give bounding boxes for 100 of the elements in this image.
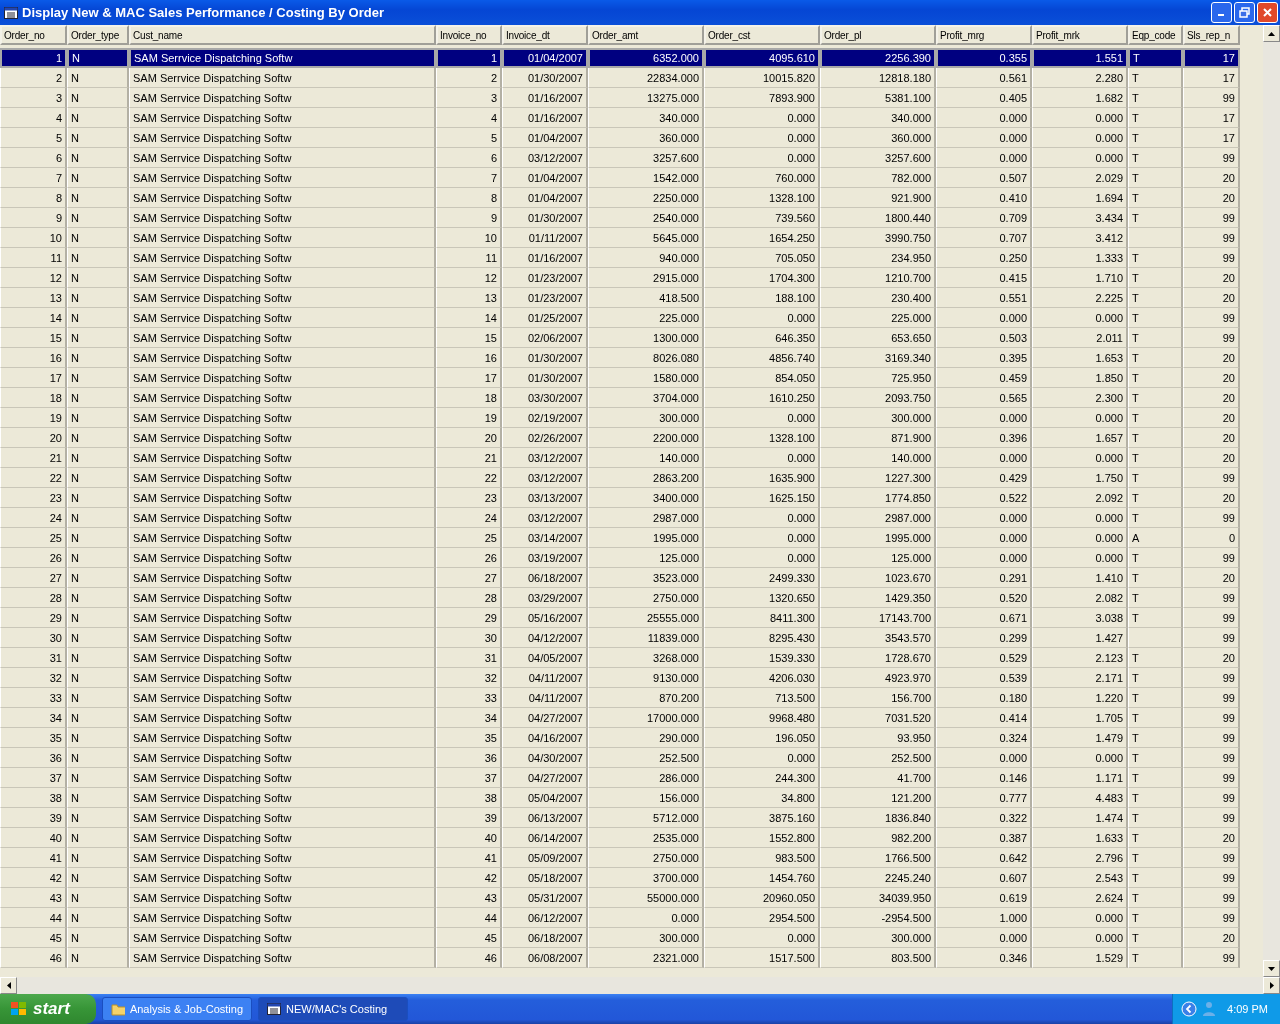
table-cell: N xyxy=(67,148,129,168)
table-cell: 45 xyxy=(436,928,502,948)
table-cell: SAM Serrvice Dispatching Softw xyxy=(129,828,436,848)
table-cell: 99 xyxy=(1183,708,1240,728)
table-cell: 360.000 xyxy=(588,128,704,148)
table-cell: 99 xyxy=(1183,308,1240,328)
table-cell: SAM Serrvice Dispatching Softw xyxy=(129,708,436,728)
table-cell: 01/04/2007 xyxy=(502,48,588,68)
table-cell: 125.000 xyxy=(588,548,704,568)
column-header[interactable]: Cust_name xyxy=(129,25,436,45)
column-header[interactable]: Sls_rep_n xyxy=(1183,25,1240,45)
table-cell: 26 xyxy=(0,548,67,568)
scroll-up-icon[interactable] xyxy=(1263,25,1280,42)
table-cell: 2.171 xyxy=(1032,668,1128,688)
table-cell: 1.479 xyxy=(1032,728,1128,748)
table-cell: 2.123 xyxy=(1032,648,1128,668)
column-header[interactable]: Order_pl xyxy=(820,25,936,45)
restore-button[interactable] xyxy=(1234,2,1255,23)
table-cell: 01/04/2007 xyxy=(502,188,588,208)
taskbar-button[interactable]: Analysis & Job-Costing xyxy=(102,997,252,1021)
table-cell: 20 xyxy=(1183,648,1240,668)
column-header[interactable]: Profit_mrk xyxy=(1032,25,1128,45)
table-cell: T xyxy=(1128,408,1183,428)
vertical-scrollbar[interactable] xyxy=(1263,25,1280,977)
table-cell: 03/12/2007 xyxy=(502,468,588,488)
column-header[interactable]: Invoice_dt xyxy=(502,25,588,45)
start-button[interactable]: start xyxy=(0,994,96,1024)
table-cell: N xyxy=(67,788,129,808)
table-cell: T xyxy=(1128,668,1183,688)
table-cell: SAM Serrvice Dispatching Softw xyxy=(129,148,436,168)
table-cell: N xyxy=(67,668,129,688)
column-header[interactable]: Profit_mrg xyxy=(936,25,1032,45)
horizontal-scrollbar[interactable] xyxy=(0,977,1280,994)
table-cell: 99 xyxy=(1183,948,1240,968)
table-cell: 41.700 xyxy=(820,768,936,788)
minimize-button[interactable] xyxy=(1211,2,1232,23)
chevron-left-icon[interactable] xyxy=(1181,1001,1198,1017)
scroll-left-icon[interactable] xyxy=(0,977,17,994)
table-cell: 01/04/2007 xyxy=(502,168,588,188)
table-cell: 5381.100 xyxy=(820,88,936,108)
column-header[interactable]: Eqp_code xyxy=(1128,25,1183,45)
table-cell: T xyxy=(1128,48,1183,68)
table-cell: 10 xyxy=(436,228,502,248)
scroll-down-icon[interactable] xyxy=(1263,960,1280,977)
column-header[interactable]: Invoice_no xyxy=(436,25,502,45)
table-cell: 1328.100 xyxy=(704,188,820,208)
table-cell: 20 xyxy=(1183,368,1240,388)
table-cell: SAM Serrvice Dispatching Softw xyxy=(129,568,436,588)
table-cell: 20 xyxy=(1183,268,1240,288)
table-cell: T xyxy=(1128,248,1183,268)
scroll-right-icon[interactable] xyxy=(1263,977,1280,994)
table-cell: SAM Serrvice Dispatching Softw xyxy=(129,768,436,788)
table-cell: 0.000 xyxy=(704,928,820,948)
table-cell: 1.633 xyxy=(1032,828,1128,848)
table-cell: 6 xyxy=(436,148,502,168)
table-cell: 0.000 xyxy=(704,748,820,768)
table-cell: T xyxy=(1128,768,1183,788)
table-cell: 20 xyxy=(1183,828,1240,848)
table-cell: 99 xyxy=(1183,228,1240,248)
table-cell: 20 xyxy=(1183,928,1240,948)
table-cell: T xyxy=(1128,428,1183,448)
table-cell: N xyxy=(67,728,129,748)
table-cell: 0.000 xyxy=(704,508,820,528)
table-cell: 782.000 xyxy=(820,168,936,188)
column-header[interactable]: Order_cst xyxy=(704,25,820,45)
table-cell: 0.250 xyxy=(936,248,1032,268)
table-cell: 760.000 xyxy=(704,168,820,188)
table-cell: 20 xyxy=(1183,388,1240,408)
table-cell: 46 xyxy=(436,948,502,968)
table-cell: 24 xyxy=(0,508,67,528)
table-cell: 230.400 xyxy=(820,288,936,308)
column-header[interactable]: Order_type xyxy=(67,25,129,45)
table-cell: 36 xyxy=(436,748,502,768)
table-cell: SAM Serrvice Dispatching Softw xyxy=(129,288,436,308)
table-cell: T xyxy=(1128,448,1183,468)
table-cell: SAM Serrvice Dispatching Softw xyxy=(129,648,436,668)
table-cell: 418.500 xyxy=(588,288,704,308)
column-header[interactable]: Order_amt xyxy=(588,25,704,45)
table-cell: 23 xyxy=(436,488,502,508)
close-button[interactable] xyxy=(1257,2,1278,23)
table-cell: N xyxy=(67,368,129,388)
table-cell: 1517.500 xyxy=(704,948,820,968)
table-cell: 02/19/2007 xyxy=(502,408,588,428)
table-cell: 22834.000 xyxy=(588,68,704,88)
table-cell: T xyxy=(1128,288,1183,308)
table-cell: 43 xyxy=(0,888,67,908)
table-cell: 8411.300 xyxy=(704,608,820,628)
table-cell: 1023.670 xyxy=(820,568,936,588)
table-cell: 0.619 xyxy=(936,888,1032,908)
table-cell: 32 xyxy=(0,668,67,688)
table-cell: 1836.840 xyxy=(820,808,936,828)
table-cell: 290.000 xyxy=(588,728,704,748)
table-cell: 1429.350 xyxy=(820,588,936,608)
column-header[interactable]: Order_no xyxy=(0,25,67,45)
table-cell: 99 xyxy=(1183,328,1240,348)
taskbar-button[interactable]: NEW/MAC's Costing xyxy=(258,997,408,1021)
table-cell: 4856.740 xyxy=(704,348,820,368)
table-cell: 7 xyxy=(436,168,502,188)
table-cell: SAM Serrvice Dispatching Softw xyxy=(129,868,436,888)
table-cell xyxy=(1128,628,1183,648)
